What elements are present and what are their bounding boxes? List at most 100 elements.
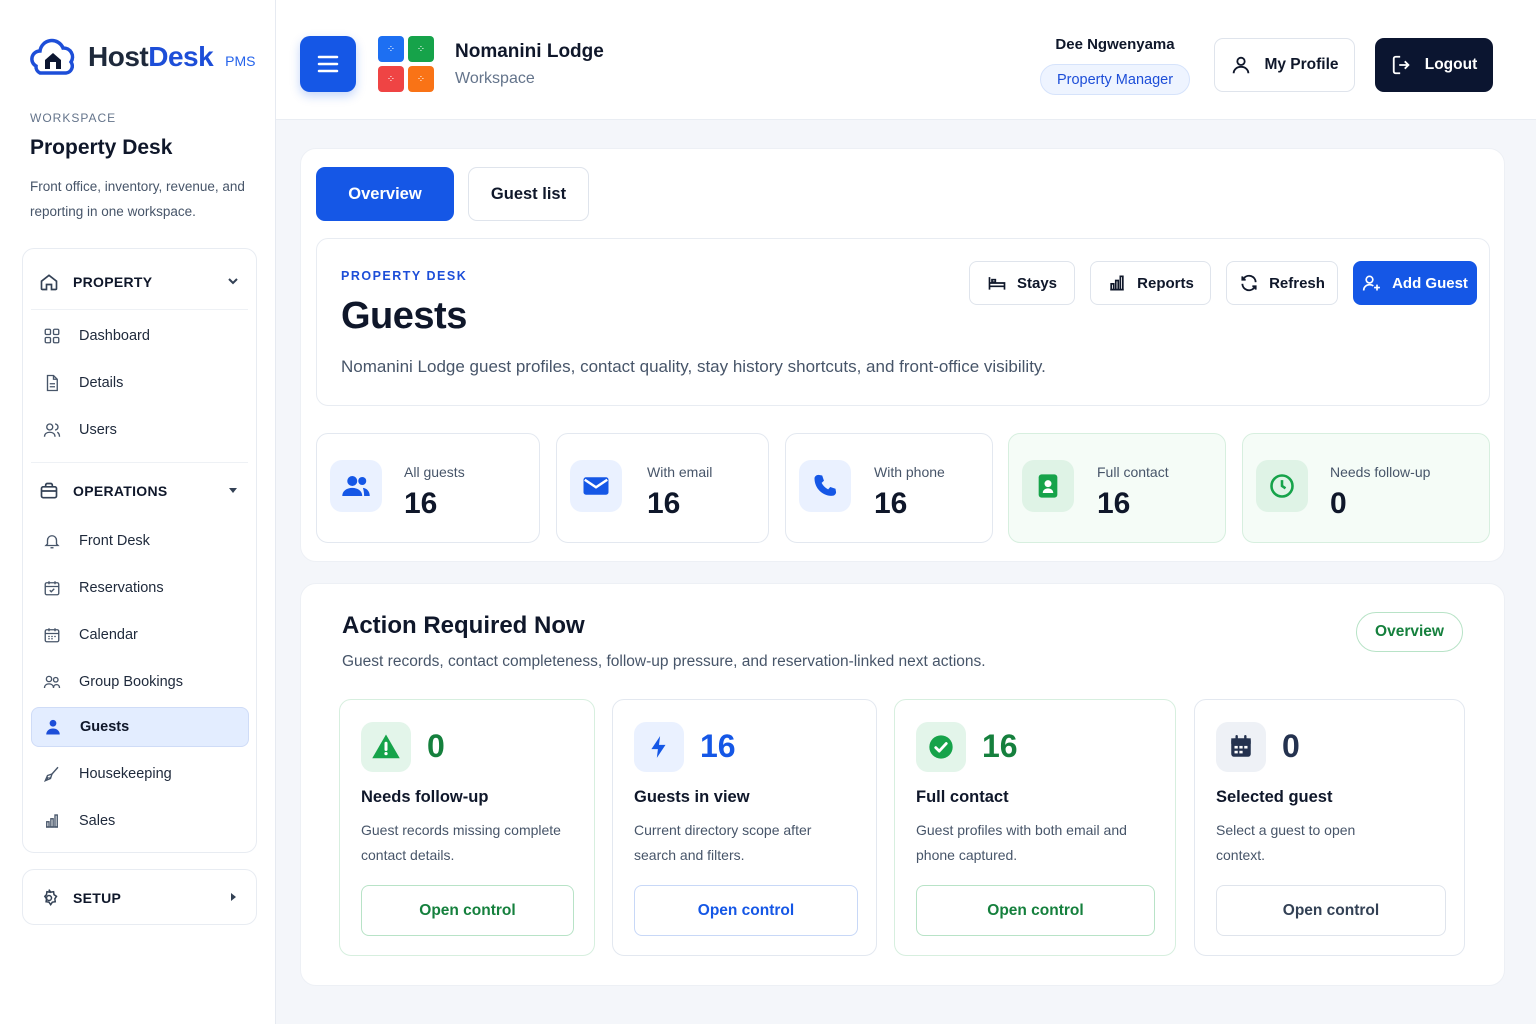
button-label: Add Guest [1392,274,1468,292]
stat-label: Full contact [1097,464,1169,480]
bed-icon [988,277,1006,290]
user-name: Dee Ngwenyama [1055,36,1175,53]
calendar-icon [44,628,60,643]
nav-section-setup[interactable]: SETUP [23,870,256,926]
section-description: Guest records, contact completeness, fol… [342,653,986,670]
open-control-button[interactable]: Open control [1216,885,1446,936]
sidebar: HostDesk PMS WORKSPACE Property Desk Fro… [0,0,276,1024]
caret-right-icon [231,893,236,901]
workspace-title: Property Desk [30,136,173,159]
sidebar-item-reservations[interactable]: Reservations [31,568,249,608]
sidebar-item-label: Sales [79,813,116,829]
open-control-button[interactable]: Open control [634,885,858,936]
action-value: 0 [1282,728,1300,764]
my-profile-button[interactable]: My Profile [1214,38,1355,92]
action-title: Needs follow-up [361,788,489,806]
stat-label: All guests [404,464,465,480]
overview-badge[interactable]: Overview [1356,612,1463,652]
stat-full-contact[interactable]: Full contact 16 [1008,433,1226,543]
caret-down-icon [229,488,237,493]
stat-value: 16 [1097,487,1131,520]
stat-label: With email [647,464,713,480]
action-description: Select a guest to open context. [1216,822,1356,863]
briefcase-icon [40,482,58,499]
button-label: Reports [1137,274,1194,292]
brand-logo[interactable]: HostDesk PMS [28,36,256,78]
users-icon [43,423,61,437]
sidebar-item-label: Group Bookings [79,674,183,690]
add-guest-button[interactable]: Add Guest [1353,261,1477,305]
action-card-needs-follow-up: 0 Needs follow-up Guest records missing … [339,699,595,956]
workspace-description: Front office, inventory, revenue, and re… [30,179,245,219]
action-card-full-contact: 16 Full contact Guest profiles with both… [894,699,1176,956]
home-icon [40,274,58,291]
stat-needs-follow-up[interactable]: Needs follow-up 0 [1242,433,1490,543]
sidebar-item-dashboard[interactable]: Dashboard [31,316,249,356]
hamburger-icon [317,55,339,73]
sidebar-item-guests[interactable]: Guests [31,707,249,747]
sidebar-item-sales[interactable]: Sales [31,801,249,841]
calendar-icon [1216,722,1266,772]
button-label: My Profile [1264,56,1339,73]
stat-label: Needs follow-up [1330,464,1431,480]
sidebar-item-details[interactable]: Details [31,363,249,403]
add-user-icon [1362,275,1380,291]
chevron-down-icon [228,278,238,285]
stat-with-phone[interactable]: With phone 16 [785,433,993,543]
reports-button[interactable]: Reports [1090,261,1211,305]
stays-button[interactable]: Stays [969,261,1075,305]
group-icon [43,675,61,689]
sidebar-item-front-desk[interactable]: Front Desk [31,521,249,561]
nav-section-property[interactable]: PROPERTY [23,254,256,310]
sidebar-item-calendar[interactable]: Calendar [31,615,249,655]
guests-overview-card: Overview Guest list PROPERTY DESK Guests… [300,148,1505,562]
stat-value: 16 [404,487,438,520]
app-tile: ⁘ [408,36,434,62]
sidebar-item-label: Dashboard [79,328,150,344]
nav-group-setup: SETUP [22,869,257,925]
menu-button[interactable] [300,36,356,92]
mail-icon [570,460,622,512]
stat-value: 16 [874,487,908,520]
action-value: 16 [700,728,736,764]
nav-section-operations[interactable]: OPERATIONS [23,463,256,519]
bolt-icon [634,722,684,772]
action-description: Guest records missing complete contact d… [361,822,561,863]
users-icon [330,460,382,512]
divider [31,309,248,310]
stat-label: With phone [874,464,945,480]
sidebar-item-housekeeping[interactable]: Housekeeping [31,754,249,794]
action-title: Guests in view [634,788,750,806]
action-description: Guest profiles with both email and phone… [916,822,1127,863]
nav-section-label: PROPERTY [73,274,153,290]
document-icon [46,374,58,392]
stat-all-guests[interactable]: All guests 16 [316,433,540,543]
calendar-check-icon [44,581,60,596]
refresh-button[interactable]: Refresh [1226,261,1338,305]
sidebar-item-users[interactable]: Users [31,410,249,450]
logout-button[interactable]: Logout [1375,38,1493,92]
page-kicker: PROPERTY DESK [341,269,468,283]
page-description: Nomanini Lodge guest profiles, contact q… [341,357,1046,376]
sidebar-item-label: Guests [80,719,130,735]
bar-chart-icon [1110,275,1124,291]
sidebar-item-label: Housekeeping [79,766,172,782]
top-bar: ⁘ ⁘ ⁘ ⁘ Nomanini Lodge Workspace Dee Ngw… [276,0,1536,120]
action-description: Current directory scope after search and… [634,822,812,863]
brand-suffix: PMS [225,53,256,69]
user-icon [1233,56,1250,74]
stat-with-email[interactable]: With email 16 [556,433,769,543]
app-tile: ⁘ [378,66,404,92]
tab-guest-list[interactable]: Guest list [468,167,589,221]
tab-overview[interactable]: Overview [316,167,454,221]
app-tile: ⁘ [378,36,404,62]
open-control-button[interactable]: Open control [916,885,1155,936]
app-grid-icon[interactable]: ⁘ ⁘ ⁘ ⁘ [378,36,434,92]
property-name: Nomanini Lodge [455,41,604,62]
open-control-button[interactable]: Open control [361,885,574,936]
workspace-kicker: WORKSPACE [30,111,117,125]
button-label: Stays [1016,274,1058,292]
sidebar-item-label: Reservations [79,580,164,596]
sidebar-item-group-bookings[interactable]: Group Bookings [31,662,249,702]
nav-section-label: SETUP [73,890,122,906]
